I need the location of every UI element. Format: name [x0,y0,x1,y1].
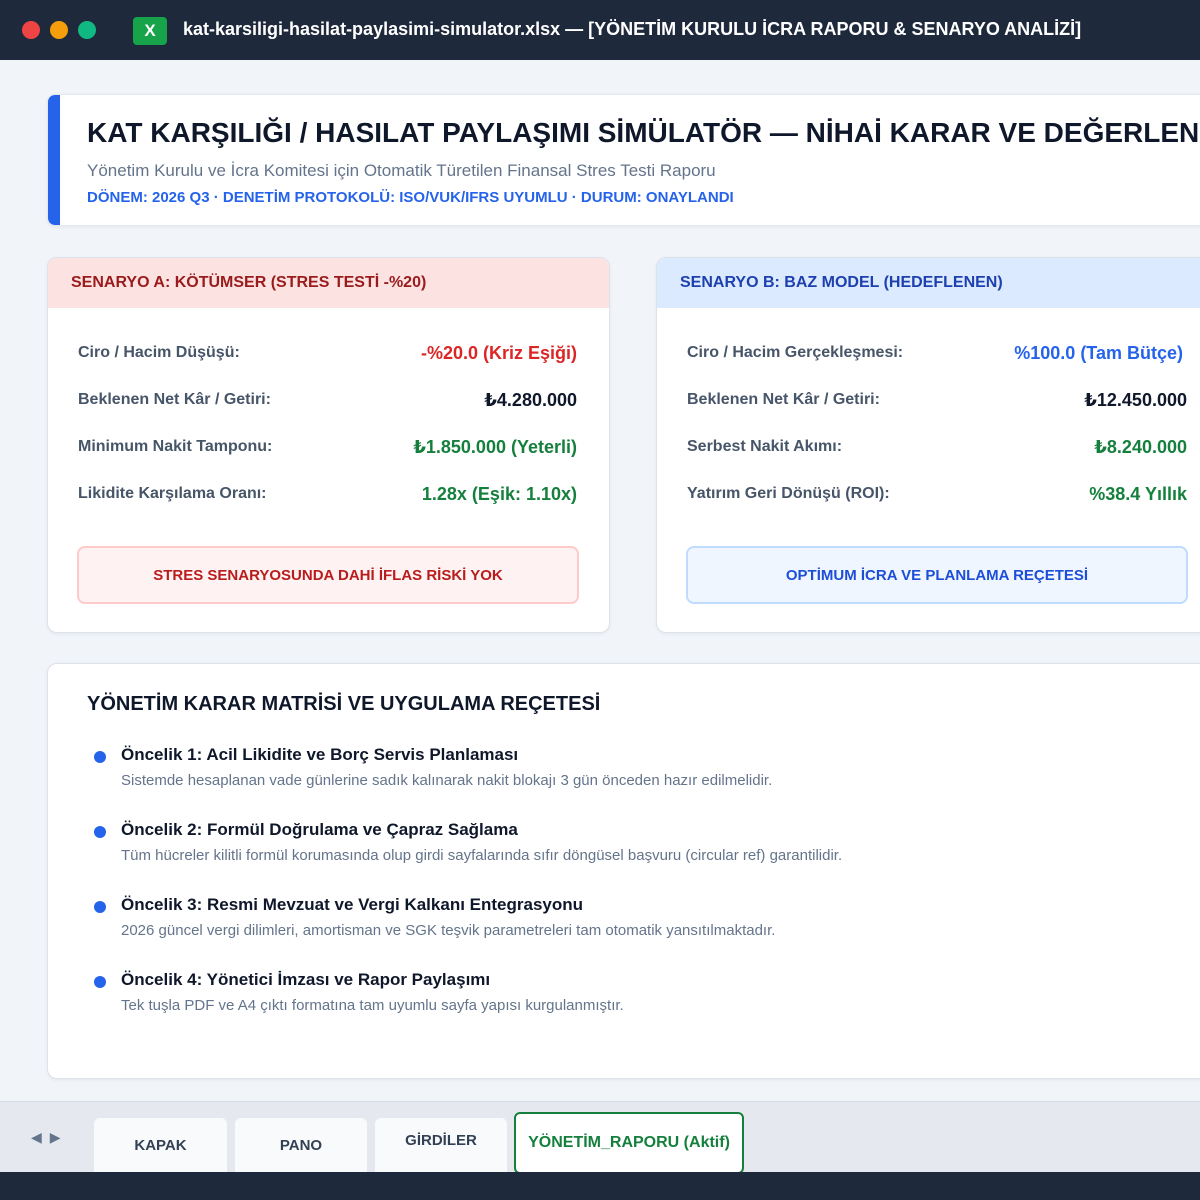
maximize-window-button[interactable] [78,21,96,39]
scenario-b-row-label: Serbest Nakit Akımı: [687,438,843,455]
priority-description: Tüm hücreler kilitli formül korumasında … [121,847,843,864]
sheet-nav: ◀ ▶ [31,1129,61,1146]
report-header: KAT KARŞILIĞI / HASILAT PAYLAŞIMI SİMÜLA… [47,94,1200,226]
bullet-dot-icon [94,901,106,913]
decision-matrix-card: YÖNETİM KARAR MATRİSİ VE UYGULAMA REÇETE… [47,663,1200,1079]
scenario-a-row-value: -%20.0 (Kriz Eşiği) [420,342,577,363]
scenario-b-row-value: %38.4 Yıllık [1089,483,1187,504]
chevron-left-icon[interactable]: ◀ [31,1129,42,1146]
priority-title: Öncelik 1: Acil Likidite ve Borç Servis … [121,745,519,764]
tab-yonetim-raporu[interactable]: YÖNETİM_RAPORU (Aktif) [514,1112,744,1174]
scenario-a-row-label: Beklenen Net Kâr / Getiri: [78,391,271,408]
scenario-b-row: Serbest Nakit Akımı: ₺8.240.000 [687,435,1187,459]
header-accent-bar [48,95,60,225]
tab-pano[interactable]: PANO [235,1118,367,1172]
scenario-a-title: SENARYO A: KÖTÜMSER (STRES TESTİ -%20) [48,258,609,308]
scenario-b-row-value: ₺8.240.000 [1094,436,1187,457]
page-title: KAT KARŞILIĞI / HASILAT PAYLAŞIMI SİMÜLA… [87,117,1200,148]
page-subtitle: Yönetim Kurulu ve İcra Komitesi için Oto… [87,161,716,180]
scenario-a-row-label: Ciro / Hacim Düşüşü: [78,344,240,361]
scenario-b-row: Yatırım Geri Dönüşü (ROI): %38.4 Yıllık [687,482,1187,506]
scenario-b-row-value: %100.0 (Tam Bütçe) [1014,342,1183,363]
chevron-right-icon[interactable]: ▶ [50,1129,61,1146]
bullet-dot-icon [94,826,106,838]
bullet-dot-icon [94,976,106,988]
window-title: kat-karsiligi-hasilat-paylasimi-simulato… [183,19,1082,39]
status-strip [0,1172,1200,1200]
scenario-a-row: Beklenen Net Kâr / Getiri: ₺4.280.000 [78,388,577,412]
tab-girdiler[interactable]: GİRDİLER [375,1118,507,1172]
scenario-a-row-value: ₺1.850.000 (Yeterli) [413,436,577,457]
scenario-b-row-value: ₺12.450.000 [1084,389,1187,410]
priority-description: Sistemde hesaplanan vade günlerine sadık… [121,772,773,789]
scenario-b-row-label: Beklenen Net Kâr / Getiri: [687,391,880,408]
scenario-a-row: Minimum Nakit Tamponu: ₺1.850.000 (Yeter… [78,435,577,459]
priority-title: Öncelik 3: Resmi Mevzuat ve Vergi Kalkan… [121,895,584,914]
matrix-title: YÖNETİM KARAR MATRİSİ VE UYGULAMA REÇETE… [87,693,601,715]
scenario-a-row-label: Minimum Nakit Tamponu: [78,438,273,455]
priority-description: 2026 güncel vergi dilimleri, amortisman … [121,922,776,939]
scenario-a-row-value: 1.28x (Eşik: 1.10x) [421,483,577,504]
scenario-a-status-button[interactable]: STRES SENARYOSUNDA DAHİ İFLAS RİSKİ YOK [77,546,579,604]
scenario-b-title: SENARYO B: BAZ MODEL (HEDEFLENEN) [657,258,1200,308]
excel-icon: X [133,17,167,45]
scenario-a-row-label: Likidite Karşılama Oranı: [78,485,267,502]
minimize-window-button[interactable] [50,21,68,39]
close-window-button[interactable] [22,21,40,39]
scenario-a-row: Ciro / Hacim Düşüşü: -%20.0 (Kriz Eşiği) [78,341,577,365]
scenario-b-action-button[interactable]: OPTİMUM İCRA VE PLANLAMA REÇETESİ [686,546,1188,604]
tab-kapak[interactable]: KAPAK [94,1118,227,1172]
scenario-a-row-value: ₺4.280.000 [484,389,577,410]
scenario-b-row: Ciro / Hacim Gerçekleşmesi: %100.0 (Tam … [687,341,1187,365]
scenario-b-row: Beklenen Net Kâr / Getiri: ₺12.450.000 [687,388,1187,412]
sheet-tab-bar: ◀ ▶ KAPAK PANO GİRDİLER YÖNETİM_RAPORU (… [0,1101,1200,1174]
priority-title: Öncelik 4: Yönetici İmzası ve Rapor Payl… [121,970,491,989]
priority-description: Tek tuşla PDF ve A4 çıktı formatına tam … [121,997,624,1014]
scenario-b-row-label: Yatırım Geri Dönüşü (ROI): [687,485,890,502]
report-meta: DÖNEM: 2026 Q3 · DENETİM PROTOKOLÜ: ISO/… [87,189,734,206]
window-titlebar: X kat-karsiligi-hasilat-paylasimi-simula… [0,0,1200,60]
bullet-dot-icon [94,751,106,763]
priority-title: Öncelik 2: Formül Doğrulama ve Çapraz Sa… [121,820,518,839]
scenario-a-row: Likidite Karşılama Oranı: 1.28x (Eşik: 1… [78,482,577,506]
scenario-b-row-label: Ciro / Hacim Gerçekleşmesi: [687,344,904,361]
